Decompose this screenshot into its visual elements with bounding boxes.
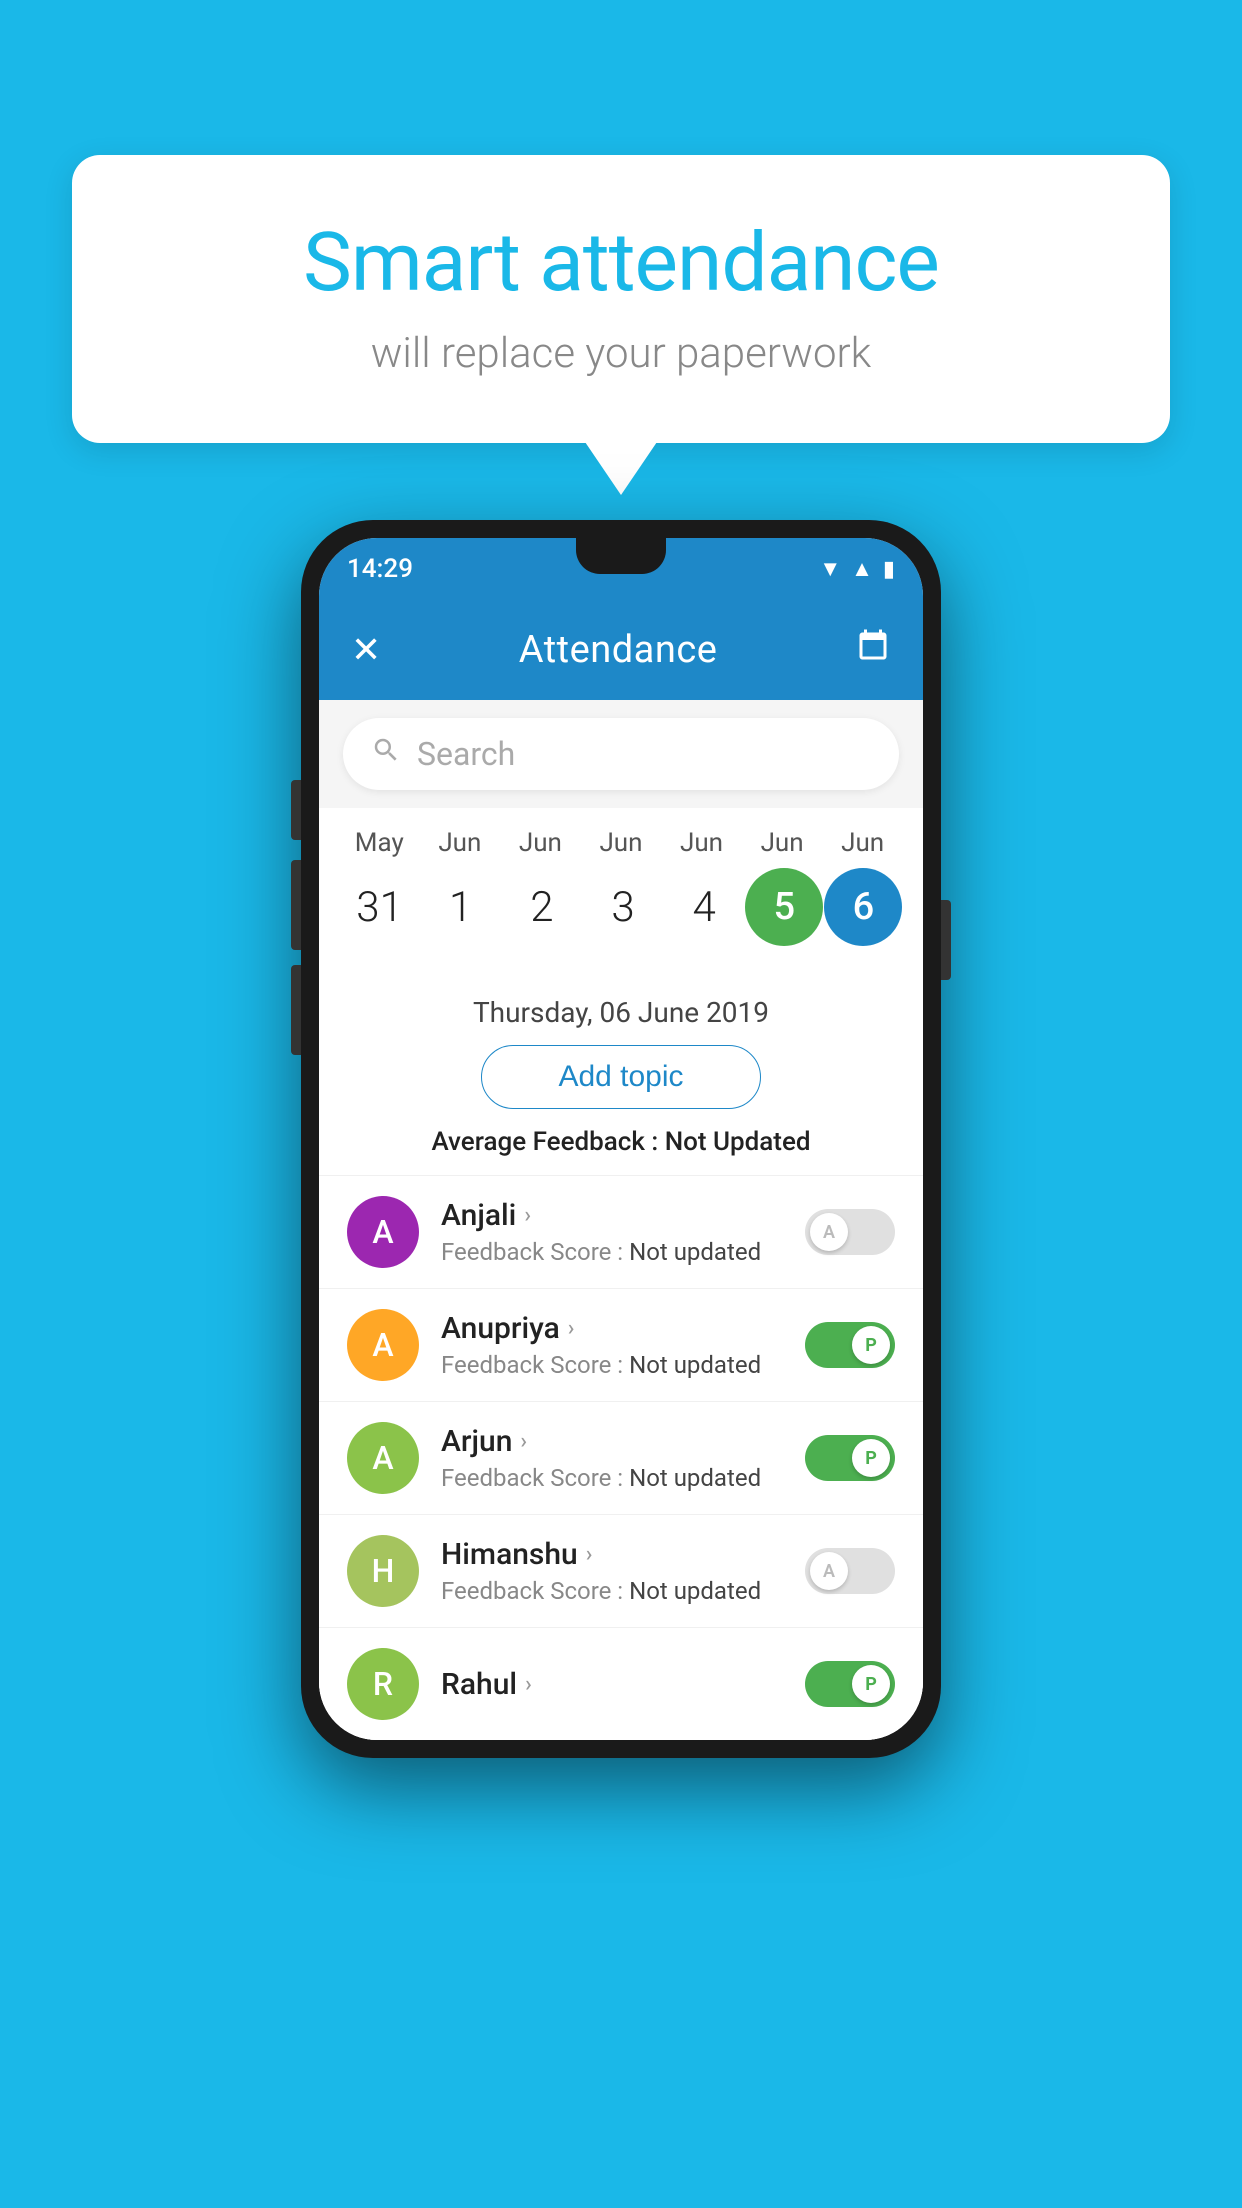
phone-screen: 14:29 ▼ ▲ ▮ ✕ Attendance (319, 538, 923, 1740)
app-bar: ✕ Attendance (319, 600, 923, 700)
info-arjun: Arjun › Feedback Score : Not updated (441, 1424, 783, 1492)
score-arjun: Feedback Score : Not updated (441, 1464, 783, 1492)
score-anjali: Feedback Score : Not updated (441, 1238, 783, 1266)
phone-mockup: 14:29 ▼ ▲ ▮ ✕ Attendance (301, 520, 941, 1758)
avatar-anjali: A (347, 1196, 419, 1268)
month-4: Jun (662, 828, 742, 858)
score-anupriya: Feedback Score : Not updated (441, 1351, 783, 1379)
side-button-power (941, 900, 951, 980)
avg-feedback: Average Feedback : Not Updated (319, 1127, 923, 1175)
status-icons: ▼ ▲ ▮ (819, 556, 895, 582)
avatar-himanshu: H (347, 1535, 419, 1607)
speech-bubble-container: Smart attendance will replace your paper… (72, 155, 1170, 443)
calendar-strip: May Jun Jun Jun Jun Jun Jun 31 1 2 3 4 5… (319, 808, 923, 974)
wifi-icon: ▼ (819, 556, 841, 582)
student-item-himanshu: H Himanshu › Feedback Score : Not update… (319, 1514, 923, 1627)
info-anjali: Anjali › Feedback Score : Not updated (441, 1198, 783, 1266)
side-button-volume-up (291, 860, 301, 950)
search-icon (371, 735, 401, 773)
side-button-left1 (291, 780, 301, 840)
search-bar[interactable]: Search (343, 718, 899, 790)
avatar-arjun: A (347, 1422, 419, 1494)
toggle-anjali[interactable]: A (805, 1209, 895, 1255)
score-himanshu: Feedback Score : Not updated (441, 1577, 783, 1605)
date-31[interactable]: 31 (340, 883, 420, 932)
date-6-selected[interactable]: 6 (824, 868, 902, 946)
info-anupriya: Anupriya › Feedback Score : Not updated (441, 1311, 783, 1379)
side-button-volume-down (291, 965, 301, 1055)
phone-outer: 14:29 ▼ ▲ ▮ ✕ Attendance (301, 520, 941, 1758)
avg-feedback-label: Average Feedback : (431, 1127, 664, 1157)
student-item-arjun: A Arjun › Feedback Score : Not updated (319, 1401, 923, 1514)
app-bar-title: Attendance (519, 628, 718, 672)
chevron-anupriya: › (568, 1316, 575, 1341)
add-topic-button[interactable]: Add topic (481, 1045, 761, 1109)
status-time: 14:29 (347, 554, 413, 584)
date-1[interactable]: 1 (421, 883, 501, 932)
name-anjali[interactable]: Anjali › (441, 1198, 783, 1233)
toggle-himanshu[interactable]: A (805, 1548, 895, 1594)
content-area: Thursday, 06 June 2019 Add topic Average… (319, 974, 923, 1740)
month-6: Jun (823, 828, 903, 858)
chevron-himanshu: › (586, 1542, 593, 1567)
toggle-partial[interactable]: P (805, 1661, 895, 1707)
student-item-anupriya: A Anupriya › Feedback Score : Not update… (319, 1288, 923, 1401)
month-1: Jun (420, 828, 500, 858)
chevron-arjun: › (520, 1429, 527, 1454)
selected-date: Thursday, 06 June 2019 (319, 974, 923, 1045)
name-partial[interactable]: Rahul › (441, 1667, 783, 1702)
student-item-anjali: A Anjali › Feedback Score : Not updated (319, 1175, 923, 1288)
calendar-dates-row: 31 1 2 3 4 5 6 (319, 868, 923, 946)
battery-icon: ▮ (883, 557, 895, 582)
date-5-today[interactable]: 5 (745, 868, 823, 946)
signal-icon: ▲ (851, 556, 873, 582)
info-himanshu: Himanshu › Feedback Score : Not updated (441, 1537, 783, 1605)
calendar-button[interactable] (855, 628, 891, 673)
chevron-anjali: › (524, 1203, 531, 1228)
name-himanshu[interactable]: Himanshu › (441, 1537, 783, 1572)
toggle-anupriya[interactable]: P (805, 1322, 895, 1368)
bubble-title: Smart attendance (152, 215, 1090, 311)
close-button[interactable]: ✕ (351, 629, 381, 671)
name-anupriya[interactable]: Anupriya › (441, 1311, 783, 1346)
student-item-partial: R Rahul › P (319, 1627, 923, 1740)
bubble-subtitle: will replace your paperwork (152, 329, 1090, 378)
date-3[interactable]: 3 (583, 883, 663, 932)
search-container: Search (319, 700, 923, 808)
student-list: A Anjali › Feedback Score : Not updated (319, 1175, 923, 1740)
notch (576, 538, 666, 574)
search-placeholder: Search (417, 735, 515, 773)
date-4[interactable]: 4 (664, 883, 744, 932)
status-bar: 14:29 ▼ ▲ ▮ (319, 538, 923, 600)
toggle-arjun[interactable]: P (805, 1435, 895, 1481)
month-3: Jun (581, 828, 661, 858)
avatar-anupriya: A (347, 1309, 419, 1381)
calendar-months-row: May Jun Jun Jun Jun Jun Jun (319, 828, 923, 858)
month-5: Jun (742, 828, 822, 858)
speech-bubble: Smart attendance will replace your paper… (72, 155, 1170, 443)
info-partial: Rahul › (441, 1667, 783, 1702)
month-0: May (339, 828, 419, 858)
avg-feedback-value: Not Updated (665, 1127, 811, 1157)
month-2: Jun (500, 828, 580, 858)
date-2[interactable]: 2 (502, 883, 582, 932)
chevron-partial: › (525, 1672, 532, 1697)
name-arjun[interactable]: Arjun › (441, 1424, 783, 1459)
avatar-partial: R (347, 1648, 419, 1720)
